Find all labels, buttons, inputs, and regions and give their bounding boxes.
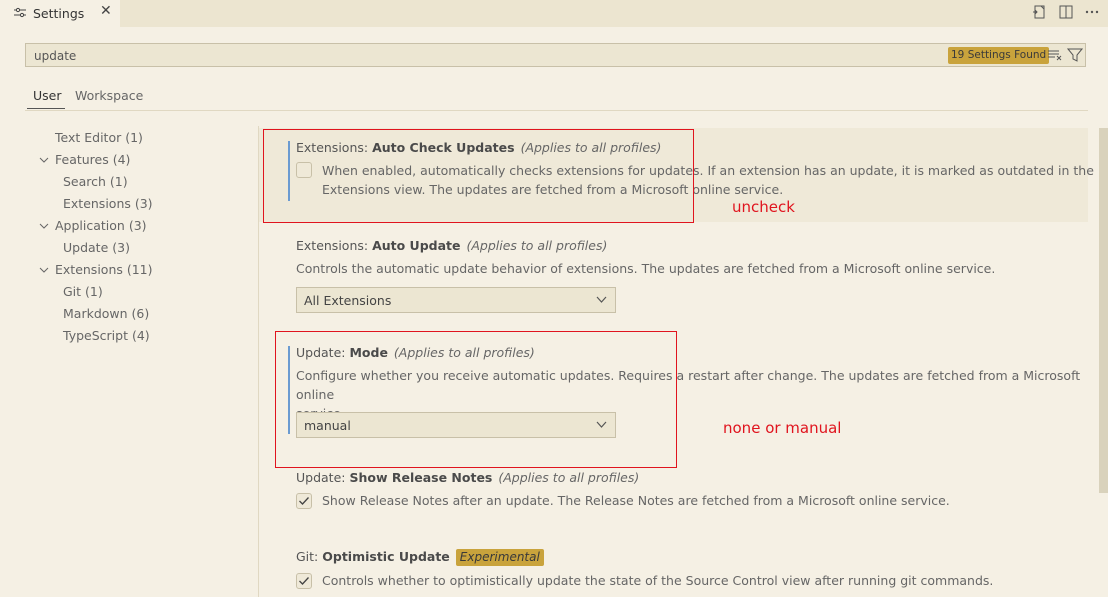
- clear-filter-icon[interactable]: [1047, 47, 1063, 63]
- toc-item-typescript[interactable]: TypeScript (4): [63, 328, 150, 343]
- settings-sliders-icon: [14, 7, 26, 18]
- tab-workspace[interactable]: Workspace: [75, 88, 143, 103]
- dropdown-value: All Extensions: [304, 293, 392, 308]
- setting-description: Controls the automatic update behavior o…: [296, 261, 996, 276]
- setting-name: Show Release Notes: [349, 470, 493, 485]
- settings-tab-label: Settings: [33, 6, 85, 21]
- chevron-down-icon: [596, 296, 607, 303]
- toc-item-search[interactable]: Search (1): [63, 174, 128, 189]
- toc-item-features-extensions[interactable]: Extensions (3): [63, 196, 153, 211]
- annotation-box-update-mode: [275, 331, 677, 468]
- optimistic-update-checkbox[interactable]: [296, 573, 312, 589]
- setting-title: Extensions: Auto Update (Applies to all p…: [296, 238, 607, 253]
- check-icon: [299, 497, 309, 505]
- editor-tab-bar: Settings ✕: [0, 0, 1108, 27]
- annotation-box-auto-check: [263, 129, 694, 223]
- setting-name: Optimistic Update: [322, 549, 450, 564]
- check-icon: [299, 577, 309, 585]
- setting-title: Update: Show Release Notes (Applies to al…: [296, 470, 639, 485]
- toc-item-markdown[interactable]: Markdown (6): [63, 306, 149, 321]
- close-icon[interactable]: ✕: [100, 3, 112, 19]
- editor-actions: [1032, 4, 1100, 20]
- annotation-none-or-manual: none or manual: [723, 419, 842, 437]
- setting-title: Git: Optimistic Update Experimental: [296, 549, 544, 566]
- active-tab-underline: [27, 108, 65, 109]
- settings-search-box[interactable]: 19 Settings Found: [25, 43, 1086, 67]
- setting-description: Show Release Notes after an update. The …: [322, 493, 950, 508]
- chevron-down-icon[interactable]: [39, 265, 49, 275]
- settings-found-badge: 19 Settings Found: [948, 47, 1050, 64]
- setting-category: Extensions:: [296, 238, 373, 253]
- chevron-down-icon[interactable]: [39, 221, 49, 231]
- toc-item-git[interactable]: Git (1): [63, 284, 103, 299]
- setting-name: Auto Update: [372, 238, 461, 253]
- setting-category: Git:: [296, 549, 323, 564]
- auto-update-dropdown[interactable]: All Extensions: [296, 287, 616, 313]
- settings-tab[interactable]: Settings ✕: [0, 0, 120, 27]
- toc-item-application[interactable]: Application (3): [55, 218, 147, 233]
- divider: [25, 110, 1088, 111]
- vertical-scrollbar[interactable]: [1099, 128, 1108, 493]
- experimental-badge: Experimental: [455, 549, 544, 566]
- toc-item-features[interactable]: Features (4): [55, 152, 130, 167]
- setting-category: Update:: [296, 470, 350, 485]
- setting-description: Controls whether to optimistically updat…: [322, 573, 994, 588]
- chevron-down-icon[interactable]: [39, 155, 49, 165]
- toc-item-update[interactable]: Update (3): [63, 240, 130, 255]
- filter-icon[interactable]: [1067, 47, 1083, 63]
- search-input[interactable]: [32, 47, 836, 65]
- split-editor-icon[interactable]: [1058, 4, 1074, 20]
- tab-user[interactable]: User: [33, 88, 62, 103]
- applies-label: (Applies to all profiles): [498, 470, 640, 485]
- show-release-notes-checkbox[interactable]: [296, 493, 312, 509]
- annotation-uncheck: uncheck: [732, 198, 795, 216]
- more-actions-icon[interactable]: [1084, 4, 1100, 20]
- toc-item-text-editor[interactable]: Text Editor (1): [55, 130, 143, 145]
- open-settings-json-icon[interactable]: [1032, 4, 1048, 20]
- applies-label: (Applies to all profiles): [466, 238, 608, 253]
- toc-item-extensions[interactable]: Extensions (11): [55, 262, 153, 277]
